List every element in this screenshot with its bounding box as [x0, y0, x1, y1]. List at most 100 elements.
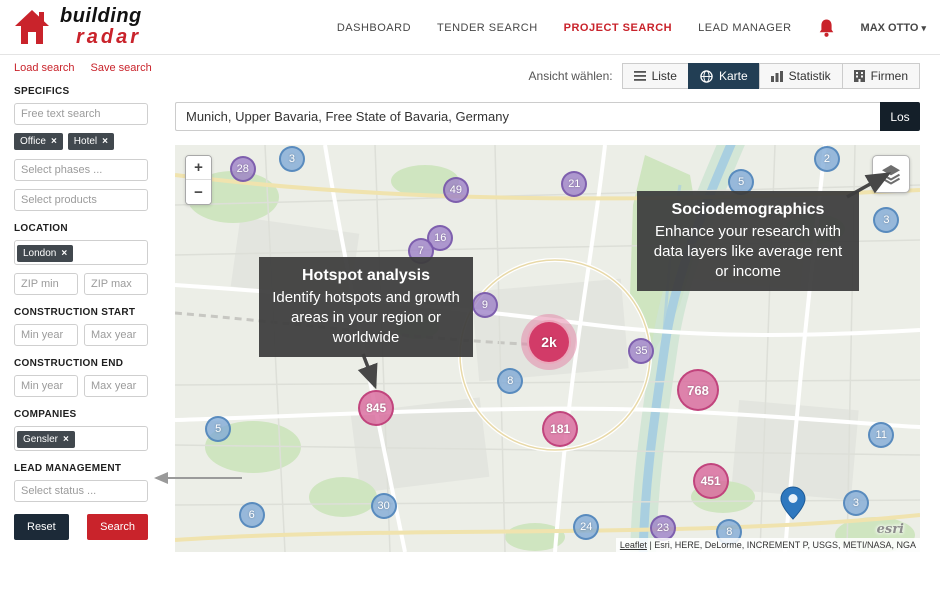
- view-switcher-row: Ansicht wählen: Liste Karte Statistik Fi…: [175, 62, 920, 90]
- zip-max-input[interactable]: [84, 273, 148, 295]
- map-cluster-marker[interactable]: 21: [561, 171, 587, 197]
- app-header: building radar DASHBOARD TENDER SEARCH P…: [0, 0, 940, 55]
- map-cluster-marker[interactable]: 768: [677, 369, 719, 411]
- remove-tag-icon[interactable]: ×: [51, 137, 57, 147]
- select-phases-input[interactable]: [14, 159, 148, 181]
- nav-dashboard[interactable]: DASHBOARD: [337, 22, 411, 34]
- map-cluster-marker[interactable]: 23: [650, 515, 676, 541]
- select-products-input[interactable]: [14, 189, 148, 211]
- location-section: LOCATION London×: [14, 223, 148, 295]
- map-cluster-marker[interactable]: 2: [814, 146, 840, 172]
- construction-end-min-input[interactable]: [14, 375, 78, 397]
- zoom-in-button[interactable]: +: [186, 156, 211, 180]
- filter-tag-office[interactable]: Office×: [14, 133, 63, 150]
- location-pin-icon[interactable]: [780, 486, 806, 520]
- map-cluster-marker[interactable]: 451: [693, 463, 729, 499]
- search-button[interactable]: Search: [87, 514, 148, 540]
- geo-search-input[interactable]: [175, 102, 880, 131]
- main-nav: DASHBOARD TENDER SEARCH PROJECT SEARCH L…: [337, 0, 926, 55]
- construction-start-min-input[interactable]: [14, 324, 78, 346]
- map-cluster-marker[interactable]: 845: [358, 390, 394, 426]
- house-logo-icon: [12, 7, 52, 47]
- logo-text-building: building: [60, 6, 142, 27]
- companies-section: COMPANIES Gensler×: [14, 409, 148, 451]
- construction-end-title: CONSTRUCTION END: [14, 358, 148, 369]
- nav-tender-search[interactable]: TENDER SEARCH: [437, 22, 538, 34]
- remove-tag-icon[interactable]: ×: [61, 249, 67, 259]
- map-cluster-marker[interactable]: 30: [371, 493, 397, 519]
- hotspot-tooltip-body: Identify hotspots and growth areas in yo…: [271, 288, 461, 347]
- logo-text-radar: radar: [76, 27, 142, 48]
- sociodemographics-tooltip-body: Enhance your research with data layers l…: [649, 222, 847, 281]
- lead-management-section: LEAD MANAGEMENT: [14, 463, 148, 502]
- location-title: LOCATION: [14, 223, 148, 234]
- map-cluster-marker[interactable]: 3: [873, 207, 899, 233]
- search-links-row: Load search Save search: [14, 62, 148, 74]
- filter-sidebar: Load search Save search SPECIFICS Office…: [14, 62, 148, 540]
- lead-management-title: LEAD MANAGEMENT: [14, 463, 148, 474]
- hotspot-tooltip-title: Hotspot analysis: [271, 267, 461, 285]
- map-cluster-marker[interactable]: 6: [239, 502, 265, 528]
- user-menu[interactable]: MAX OTTO ▾: [861, 22, 926, 34]
- map-cluster-marker[interactable]: 49: [443, 177, 469, 203]
- map-cluster-marker[interactable]: 3: [843, 490, 869, 516]
- map-attribution: Leaflet | Esri, HERE, DeLorme, INCREMENT…: [616, 538, 920, 552]
- select-status-input[interactable]: [14, 480, 148, 502]
- reset-button[interactable]: Reset: [14, 514, 69, 540]
- map-cluster-marker[interactable]: 35: [628, 338, 654, 364]
- esri-watermark: esri: [877, 522, 904, 537]
- logo[interactable]: building radar: [12, 6, 142, 48]
- location-tags-box[interactable]: London×: [14, 240, 148, 265]
- geo-search-submit-button[interactable]: Los: [880, 102, 920, 131]
- building-icon: [854, 70, 865, 82]
- map-cluster-marker[interactable]: 9: [472, 292, 498, 318]
- notifications-bell-icon[interactable]: [818, 18, 835, 38]
- view-firmen-button[interactable]: Firmen: [842, 63, 920, 89]
- map-cluster-marker[interactable]: 181: [542, 411, 578, 447]
- view-liste-button[interactable]: Liste: [622, 63, 689, 89]
- view-statistik-button[interactable]: Statistik: [759, 63, 843, 89]
- view-switcher: Liste Karte Statistik Firmen: [623, 63, 920, 89]
- remove-tag-icon[interactable]: ×: [102, 137, 108, 147]
- save-search-link[interactable]: Save search: [91, 62, 152, 74]
- load-search-link[interactable]: Load search: [14, 62, 75, 74]
- view-switcher-label: Ansicht wählen:: [529, 69, 613, 83]
- specifics-title: SPECIFICS: [14, 86, 148, 97]
- geo-search-row: Los: [175, 102, 920, 131]
- sociodemographics-tooltip-title: Sociodemographics: [649, 201, 847, 219]
- construction-start-section: CONSTRUCTION START: [14, 307, 148, 346]
- main-content: Ansicht wählen: Liste Karte Statistik Fi…: [175, 62, 920, 552]
- map-cluster-marker[interactable]: 2k: [527, 320, 571, 364]
- companies-title: COMPANIES: [14, 409, 148, 420]
- construction-start-title: CONSTRUCTION START: [14, 307, 148, 318]
- filter-tag-hotel[interactable]: Hotel×: [68, 133, 114, 150]
- map-cluster-marker[interactable]: 3: [279, 146, 305, 172]
- globe-icon: [700, 70, 713, 83]
- layers-control-button[interactable]: [872, 155, 910, 193]
- map-cluster-marker[interactable]: 8: [497, 368, 523, 394]
- view-karte-button[interactable]: Karte: [688, 63, 760, 89]
- nav-lead-manager[interactable]: LEAD MANAGER: [698, 22, 791, 34]
- map-cluster-marker[interactable]: 11: [868, 422, 894, 448]
- bar-chart-icon: [771, 71, 783, 82]
- leaflet-link[interactable]: Leaflet: [620, 540, 647, 550]
- map-cluster-marker[interactable]: 28: [230, 156, 256, 182]
- filter-tag-gensler[interactable]: Gensler×: [17, 431, 75, 448]
- zoom-control: + −: [185, 155, 212, 205]
- map-cluster-marker[interactable]: 5: [205, 416, 231, 442]
- zoom-out-button[interactable]: −: [186, 180, 211, 204]
- companies-tags-box[interactable]: Gensler×: [14, 426, 148, 451]
- filter-tag-london[interactable]: London×: [17, 245, 73, 262]
- map[interactable]: 2834921523167982k35768181845451563023113…: [175, 145, 920, 552]
- attribution-sources: | Esri, HERE, DeLorme, INCREMENT P, USGS…: [649, 540, 916, 550]
- list-icon: [634, 71, 646, 81]
- specifics-tags: Office× Hotel×: [14, 133, 148, 150]
- construction-start-max-input[interactable]: [84, 324, 148, 346]
- zip-min-input[interactable]: [14, 273, 78, 295]
- construction-end-max-input[interactable]: [84, 375, 148, 397]
- layers-icon: [879, 162, 903, 186]
- remove-tag-icon[interactable]: ×: [63, 435, 69, 445]
- free-text-search-input[interactable]: [14, 103, 148, 125]
- map-cluster-marker[interactable]: 24: [573, 514, 599, 540]
- nav-project-search[interactable]: PROJECT SEARCH: [564, 22, 672, 34]
